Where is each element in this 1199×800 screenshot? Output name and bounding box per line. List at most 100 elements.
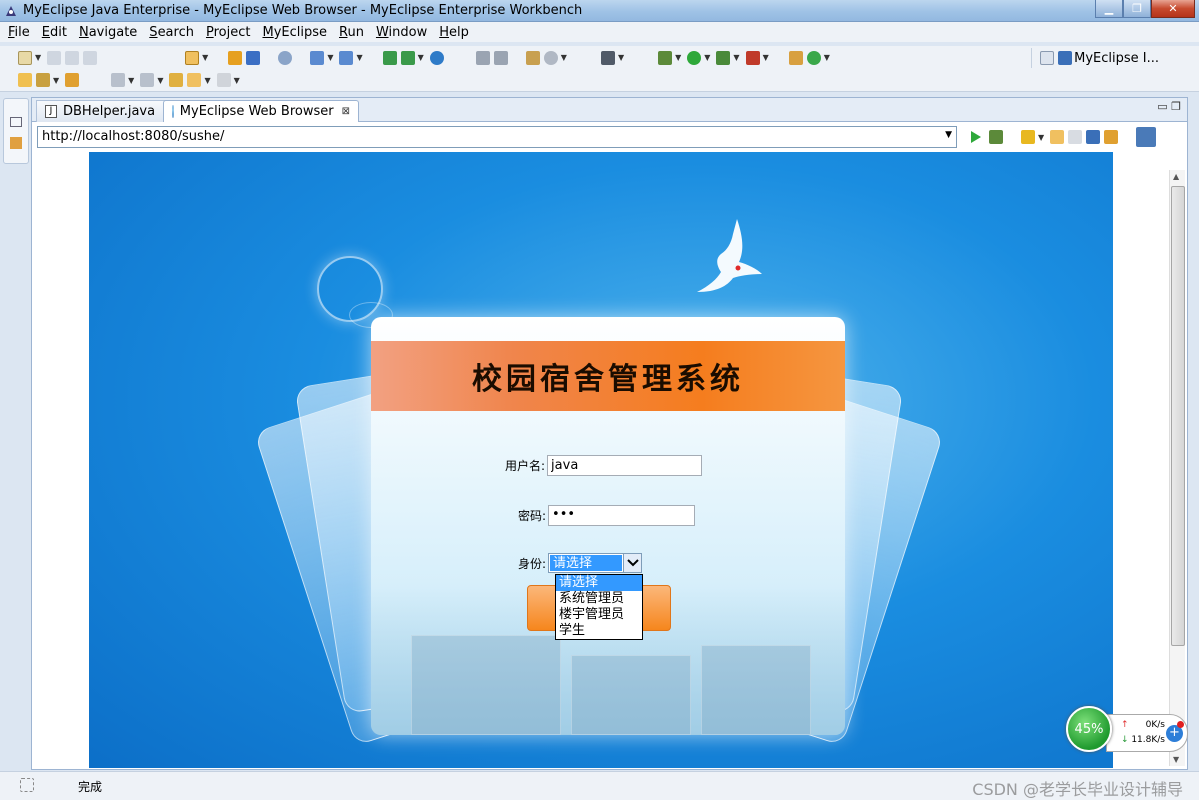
java2d-icon[interactable] [278, 50, 293, 65]
web-service-icon[interactable] [543, 50, 558, 65]
run-last-dropdown-icon[interactable]: ▼ [733, 53, 739, 62]
db-explorer-icon[interactable] [382, 50, 397, 65]
next-annotation-icon[interactable] [111, 73, 126, 87]
print-icon[interactable] [83, 50, 98, 65]
username-input[interactable] [547, 455, 703, 476]
db-connection-icon[interactable] [400, 50, 415, 65]
save-icon[interactable] [47, 50, 62, 65]
url-dropdown-icon[interactable]: ▼ [945, 130, 952, 140]
format-icon[interactable] [493, 50, 508, 65]
open-type-icon[interactable] [310, 50, 325, 65]
minimize-button[interactable]: ▁ [1095, 0, 1123, 18]
chevron-down-icon[interactable] [623, 554, 642, 572]
last-edit-icon[interactable] [169, 73, 184, 87]
fast-view-icon[interactable] [20, 778, 34, 792]
camera-dropdown-icon[interactable]: ▼ [618, 53, 624, 62]
package-explorer-icon[interactable] [10, 137, 22, 149]
favorites-dropdown-icon[interactable]: ▼ [1038, 133, 1044, 142]
save-all-icon[interactable] [65, 50, 80, 65]
open-folder-icon[interactable] [18, 73, 32, 87]
open-perspective-icon[interactable] [1040, 51, 1055, 65]
new-class-icon[interactable] [806, 50, 821, 65]
scrollbar-thumb[interactable] [1171, 186, 1185, 646]
pencil-dropdown-icon[interactable]: ▼ [53, 76, 59, 85]
minimize-maximize-icons[interactable]: ▭ ❐ [1157, 100, 1181, 113]
vertical-scrollbar[interactable]: ▲ ▼ [1169, 170, 1185, 766]
stop-load-icon[interactable] [1086, 130, 1101, 144]
forward-dropdown-icon[interactable]: ▼ [234, 76, 240, 85]
pencil-icon[interactable] [36, 73, 50, 87]
tab-web-browser[interactable]: MyEclipse Web Browser ⊠ [163, 100, 359, 122]
web-service-dropdown-icon[interactable]: ▼ [561, 53, 567, 62]
stop-dropdown-icon[interactable]: ▼ [763, 53, 769, 62]
report-icon[interactable] [525, 50, 540, 65]
prev-annotation-icon[interactable] [140, 73, 155, 87]
close-button[interactable]: ✕ [1151, 0, 1195, 18]
external-browser-icon[interactable] [1136, 127, 1157, 147]
system-title: 校园宿舍管理系统 [472, 362, 744, 397]
forward-arrow-icon[interactable] [216, 73, 231, 87]
username-label: 用户名: [505, 459, 546, 473]
menu-window[interactable]: Window [370, 25, 433, 40]
back-dropdown-icon[interactable]: ▼ [204, 76, 210, 85]
search-type-icon[interactable] [339, 50, 354, 65]
role-option-please-select[interactable]: 请选择 [556, 575, 642, 591]
menu-project[interactable]: Project [200, 25, 257, 40]
maximize-button[interactable]: ❐ [1123, 0, 1151, 18]
go-icon[interactable] [971, 131, 981, 143]
url-input[interactable]: http://localhost:8080/sushe/ ▼ [37, 126, 957, 148]
new-dropdown-icon[interactable]: ▼ [35, 53, 41, 62]
close-tab-icon[interactable]: ⊠ [342, 106, 350, 117]
back-icon[interactable] [1050, 130, 1065, 144]
menu-search[interactable]: Search [143, 25, 200, 40]
dove-image [697, 219, 762, 292]
db-dropdown-icon[interactable]: ▼ [418, 53, 424, 62]
run-dropdown-icon[interactable]: ▼ [704, 53, 710, 62]
open-type-dropdown-icon[interactable]: ▼ [327, 53, 333, 62]
package-icon[interactable] [788, 50, 803, 65]
stop-icon[interactable] [745, 50, 760, 65]
run-last-icon[interactable] [716, 50, 731, 65]
window-titlebar: MyEclipse Java Enterprise - MyEclipse We… [0, 0, 1199, 22]
scroll-up-icon[interactable]: ▲ [1173, 172, 1179, 181]
server-icon[interactable] [246, 50, 261, 65]
tab-dbhelper-java[interactable]: J DBHelper.java [36, 100, 166, 122]
myeclipse-perspective-icon [1058, 51, 1073, 65]
menu-run[interactable]: Run [333, 25, 370, 40]
new-icon[interactable] [18, 50, 32, 65]
scroll-down-icon[interactable]: ▼ [1173, 755, 1179, 764]
role-select[interactable]: 请选择 [548, 553, 643, 573]
open-task-icon[interactable] [65, 73, 80, 87]
refresh-icon[interactable] [1104, 130, 1119, 144]
restore-icon[interactable] [10, 117, 22, 127]
search-type-dropdown-icon[interactable]: ▼ [356, 53, 362, 62]
forward-icon[interactable] [1068, 130, 1083, 144]
perspective-label[interactable]: MyEclipse I... [1074, 51, 1159, 66]
role-option-system-admin[interactable]: 系统管理员 [556, 591, 642, 607]
globe-icon[interactable] [429, 50, 444, 65]
camera-icon[interactable] [600, 50, 615, 65]
perspective-switcher[interactable]: MyEclipse I... [1031, 48, 1159, 68]
new-web-project-icon[interactable] [185, 50, 200, 65]
back-arrow-icon[interactable] [187, 73, 202, 87]
web-project-dropdown-icon[interactable]: ▼ [202, 53, 208, 62]
next-annotation-dropdown-icon[interactable]: ▼ [128, 76, 134, 85]
cpu-gauge[interactable]: 45% [1066, 706, 1112, 752]
debug-dropdown-icon[interactable]: ▼ [675, 53, 681, 62]
menu-help[interactable]: Help [433, 25, 475, 40]
debug-icon[interactable] [658, 50, 673, 65]
debug-page-icon[interactable] [989, 130, 1003, 144]
refactor-icon[interactable] [475, 50, 490, 65]
password-input[interactable]: ••• [548, 505, 696, 526]
role-option-building-admin[interactable]: 楼宇管理员 [556, 607, 642, 623]
menu-file[interactable]: File [2, 25, 36, 40]
new-class-dropdown-icon[interactable]: ▼ [824, 53, 830, 62]
menu-navigate[interactable]: Navigate [73, 25, 143, 40]
role-option-student[interactable]: 学生 [556, 623, 642, 639]
deploy-icon[interactable] [228, 50, 243, 65]
favorites-icon[interactable] [1021, 130, 1035, 144]
menu-myeclipse[interactable]: MyEclipse [256, 25, 333, 40]
menu-edit[interactable]: Edit [36, 25, 73, 40]
run-icon[interactable] [687, 50, 702, 65]
prev-annotation-dropdown-icon[interactable]: ▼ [157, 76, 163, 85]
